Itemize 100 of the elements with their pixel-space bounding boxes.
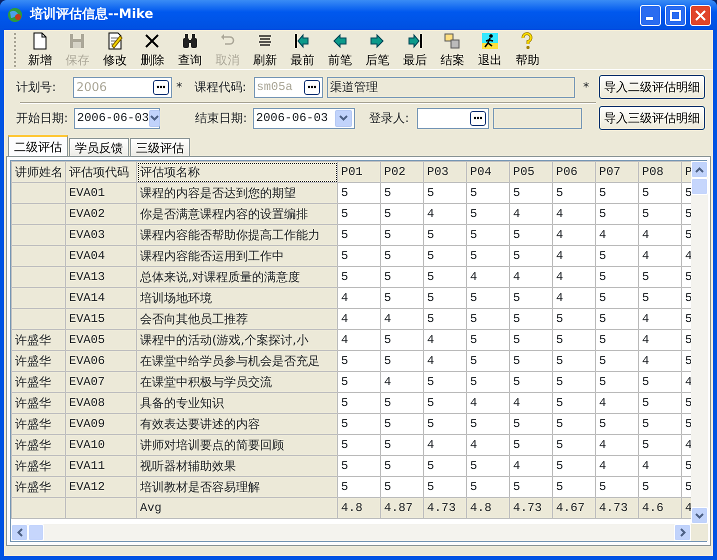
table-cell: 5 [510,224,552,246]
toolbar-button[interactable]: 新增 [21,31,58,67]
end-date-dropdown[interactable]: 2006-06-03 [253,108,355,128]
table-cell: 在课堂中积极与学员交流 [136,372,338,392]
scroll-thumb[interactable] [691,178,708,195]
scroll-thumb[interactable] [28,524,44,541]
recorder-field[interactable] [417,108,489,128]
column-header[interactable]: P03 [424,162,466,182]
table-cell: 5 [466,350,510,372]
scroll-left-button[interactable] [11,524,28,541]
close-button[interactable] [690,4,711,26]
table-cell: 5 [338,224,380,246]
chevron-down-icon [150,115,160,121]
required-mark: * [583,79,590,96]
scroll-left-icon [16,528,22,537]
table-cell: 4 [596,224,638,246]
ellipsis-button[interactable] [470,110,486,126]
table-cell: 4 [596,456,638,476]
toolbar-button[interactable]: 帮助 [508,31,546,67]
import-button[interactable]: 导入二级评估明细 [599,75,705,99]
table-cell: 4 [638,246,682,266]
table-cell: 4 [552,224,596,246]
table-cell: 5 [638,434,682,456]
table-cell: 5 [380,288,424,308]
table-cell: 视听器材辅助效果 [136,456,338,476]
windows-icon [442,31,462,51]
table-cell: 5 [638,372,682,392]
column-header[interactable]: 评估项名称 [136,162,338,182]
column-header[interactable]: P05 [510,162,552,182]
table-cell: EVA12 [66,476,136,498]
horizontal-scrollbar[interactable] [11,524,691,541]
import-button[interactable]: 导入三级评估明细 [599,106,705,130]
table-cell: 4.73 [510,498,552,518]
toolbar-button[interactable]: 修改 [96,31,134,67]
table-cell: 课程内容能否帮助你提高工作能力 [136,224,338,246]
table-cell: 许盛华 [12,372,66,392]
toolbar-button[interactable]: 最前 [284,31,321,67]
table-cell: EVA14 [66,288,136,308]
table-cell: 5 [424,182,466,204]
toolbar-button[interactable]: 删除 [134,31,171,67]
column-header[interactable]: P06 [552,162,596,182]
table-cell: 4 [552,204,596,224]
table-cell: 4 [424,350,466,372]
toolbar-button[interactable]: 前笔 [321,31,358,67]
toolbar-button[interactable]: 结案 [434,31,471,67]
column-header[interactable]: P02 [380,162,424,182]
toolbar-button[interactable]: 后笔 [358,31,396,67]
toolbar-button[interactable]: 刷新 [246,31,284,67]
table-cell: 5 [466,456,510,476]
tab[interactable]: 三级评估 [130,138,190,156]
tab[interactable]: 学员反馈 [69,138,129,156]
column-header[interactable]: P08 [638,162,682,182]
maximize-icon [670,10,681,20]
table-cell: EVA04 [66,246,136,266]
vertical-scrollbar[interactable] [691,161,708,524]
table-cell: 5 [338,372,380,392]
scroll-right-icon [680,528,686,537]
table-cell: 4 [338,330,380,350]
table-cell: 5 [424,266,466,288]
table-cell: 5 [596,308,638,330]
table-cell: 5 [510,182,552,204]
table-cell: 5 [380,224,424,246]
column-header[interactable]: P04 [466,162,510,182]
tab[interactable]: 二级评估 [8,135,68,156]
table-cell: 4 [510,204,552,224]
scroll-right-button[interactable] [674,524,691,541]
table-cell: 4 [552,246,596,266]
toolbar-button[interactable]: 退出 [471,31,508,67]
toolbar-button[interactable]: 最后 [396,31,434,67]
minimize-button[interactable] [640,4,661,26]
scroll-down-button[interactable] [691,507,708,524]
scroll-up-icon [695,166,704,172]
table-cell: 4 [424,330,466,350]
table-cell: 5 [424,246,466,266]
table-cell: 5 [596,246,638,266]
table-cell: 培训教材是否容易理解 [136,476,338,498]
table-cell: Avg [136,498,338,518]
table-cell: EVA11 [66,456,136,476]
table-cell: 5 [638,182,682,204]
table-cell: 5 [338,266,380,288]
table-cell: 课程内容能否运用到工作中 [136,246,338,266]
table-cell: 5 [552,414,596,434]
table-cell: EVA01 [66,182,136,204]
table-cell: 许盛华 [12,392,66,414]
start-date-dropdown[interactable]: 2006-06-03 [74,108,160,128]
column-header[interactable]: 评估项代码 [66,162,136,182]
table-cell: 5 [638,392,682,414]
field-label: 登录人: [369,110,410,127]
column-header[interactable]: 讲师姓名 [12,162,66,182]
table-cell: 5 [424,372,466,392]
table-cell: 5 [380,434,424,456]
table-cell: 有效表达要讲述的内容 [136,414,338,434]
column-header[interactable]: P01 [338,162,380,182]
scroll-up-button[interactable] [691,161,708,178]
column-header[interactable]: P07 [596,162,638,182]
table-cell: 你是否满意课程内容的设置编排 [136,204,338,224]
table-cell: 5 [380,246,424,266]
table-cell: EVA13 [66,266,136,288]
toolbar-button[interactable]: 查询 [171,31,208,67]
maximize-button[interactable] [665,4,686,26]
